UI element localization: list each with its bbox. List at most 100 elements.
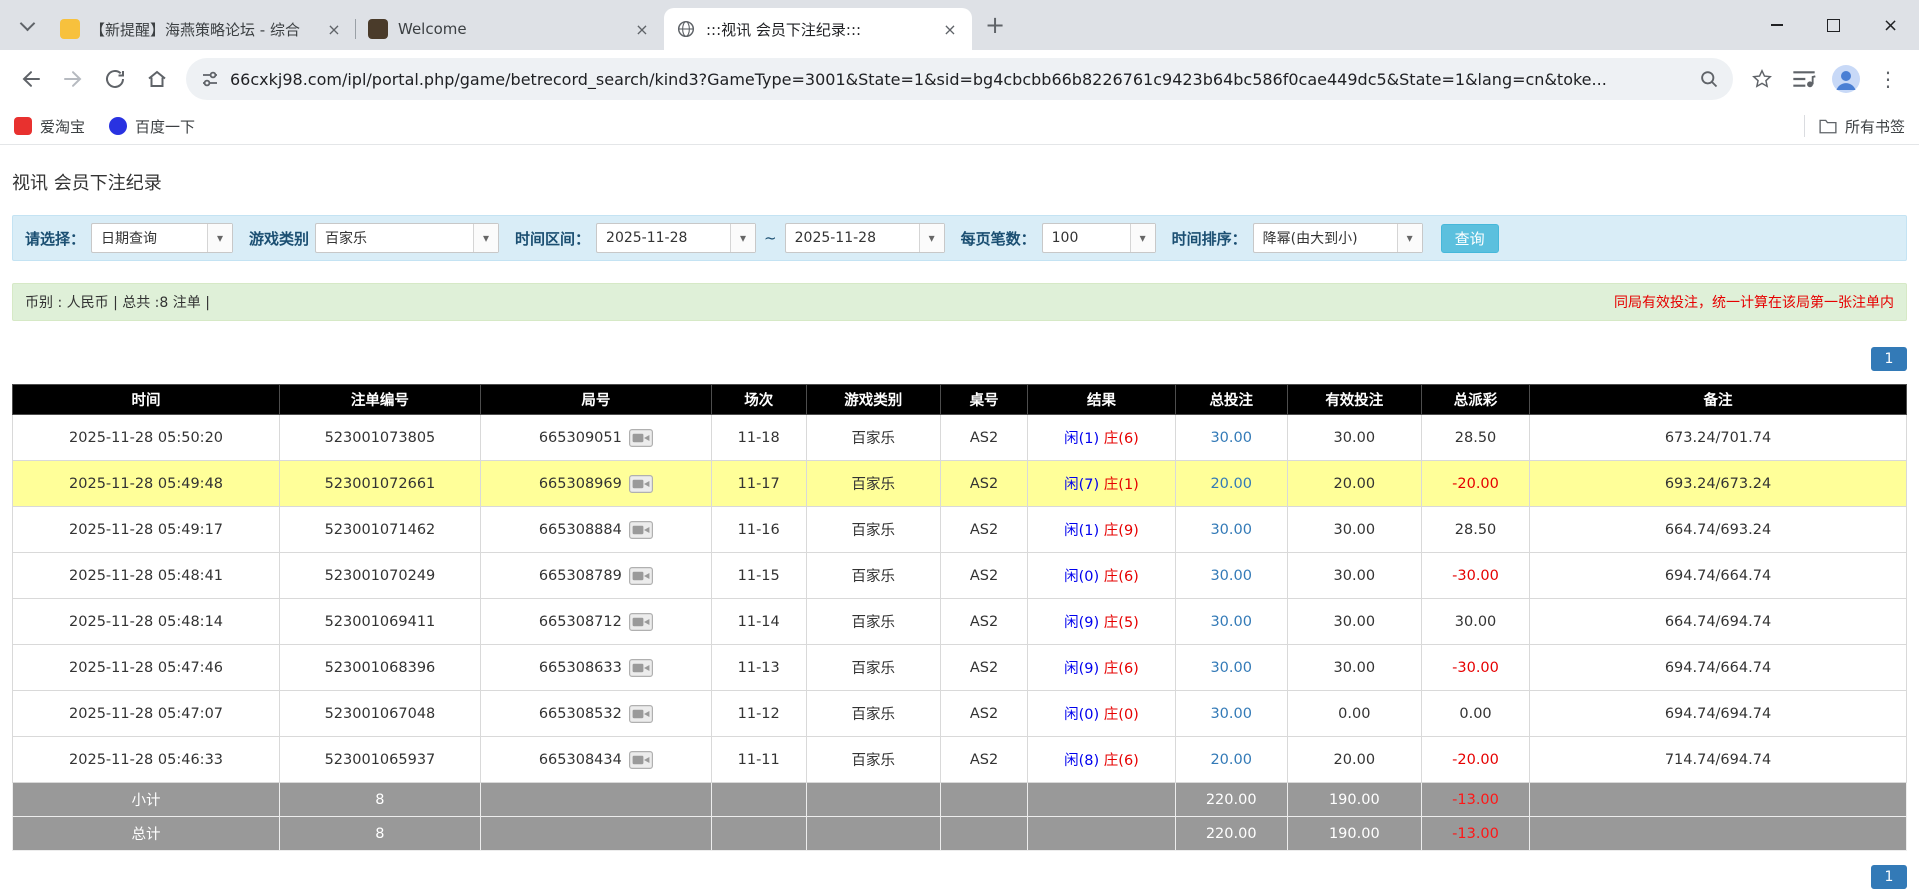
back-button[interactable] <box>10 58 52 100</box>
bet-id: 523001068396 <box>279 644 481 691</box>
session: 11-18 <box>710 414 807 461</box>
column-header: 备注 <box>1529 384 1907 415</box>
video-replay-button[interactable] <box>628 658 653 677</box>
media-controls-button[interactable] <box>1783 58 1825 100</box>
bookmark-baidu[interactable]: 百度一下 <box>109 116 195 137</box>
summary-total-bet: 220.00 <box>1174 782 1288 817</box>
tab-forum[interactable]: 【新提醒】海燕策略论坛 - 综合 × <box>48 8 356 50</box>
tab-bet-record[interactable]: :::视讯 会员下注纪录::: × <box>664 8 972 50</box>
tab-close-icon[interactable]: × <box>632 19 652 39</box>
valid-bet: 30.00 <box>1286 598 1423 645</box>
pagination-bottom: 1 <box>12 865 1907 889</box>
total-bet-link[interactable]: 30.00 <box>1210 568 1252 584</box>
close-window-button[interactable]: × <box>1862 0 1919 50</box>
table-header-row: 时间 注单编号 局号 场次 游戏类别 桌号 结果 总投注 有效投注 总派彩 备注 <box>11 384 1907 415</box>
refresh-button[interactable] <box>94 58 136 100</box>
minimize-button[interactable] <box>1748 0 1805 50</box>
video-replay-button[interactable] <box>628 704 653 723</box>
chevron-down-icon <box>19 15 35 31</box>
bet-time: 2025-11-28 05:46:33 <box>11 736 281 783</box>
game-category-label: 游戏类别 <box>249 229 310 248</box>
video-replay-button[interactable] <box>628 750 653 769</box>
zoom-icon[interactable] <box>1699 69 1719 89</box>
chevron-down-icon[interactable]: ▾ <box>918 224 944 252</box>
summary-label: 小计 <box>11 782 281 817</box>
session: 11-13 <box>710 644 807 691</box>
total-bet-link[interactable]: 20.00 <box>1210 752 1252 768</box>
total-bet-link[interactable]: 30.00 <box>1210 614 1252 630</box>
forward-button[interactable] <box>52 58 94 100</box>
total-bet: 30.00 <box>1174 414 1288 461</box>
url-bar[interactable]: 66cxkj98.com/ipl/portal.php/game/betreco… <box>186 58 1733 100</box>
round-id-text: 665308884 <box>538 521 622 538</box>
result: 闲(9) 庄(5) <box>1027 598 1176 645</box>
chevron-down-icon[interactable]: ▾ <box>473 224 499 252</box>
video-camera-icon <box>628 612 653 631</box>
summary-label: 总计 <box>11 816 281 851</box>
note: 694.74/694.74 <box>1529 690 1907 737</box>
total-bet-link[interactable]: 30.00 <box>1210 706 1252 722</box>
total-bet-link[interactable]: 20.00 <box>1210 476 1252 492</box>
bet-time: 2025-11-28 05:49:48 <box>11 460 281 507</box>
table-row: 2025-11-28 05:47:46 523001068396 665308633… <box>11 644 1907 691</box>
banker-result: 庄(6) <box>1103 661 1139 677</box>
chevron-down-icon[interactable]: ▾ <box>1396 224 1422 252</box>
game-category-select[interactable]: 百家乐 ▾ <box>315 223 500 253</box>
video-camera-icon <box>628 750 653 769</box>
video-replay-button[interactable] <box>628 474 653 493</box>
bookmark-label: 百度一下 <box>135 117 196 136</box>
banker-result: 庄(5) <box>1103 615 1139 631</box>
sort-select[interactable]: 降幂(由大到小) ▾ <box>1252 223 1423 253</box>
all-bookmarks-button[interactable]: 所有书签 <box>1819 116 1905 137</box>
tab-welcome[interactable]: Welcome × <box>356 8 664 50</box>
taobao-icon <box>14 117 32 135</box>
date-to-select[interactable]: 2025-11-28 ▾ <box>784 223 945 253</box>
page-1-button[interactable]: 1 <box>1871 347 1907 371</box>
video-replay-button[interactable] <box>628 566 653 585</box>
globe-favicon-icon <box>676 19 696 39</box>
maximize-icon <box>1827 18 1840 32</box>
tab-close-icon[interactable]: × <box>940 19 960 39</box>
new-tab-button[interactable]: + <box>978 8 1012 42</box>
tab-search-button[interactable] <box>10 8 44 42</box>
total-bet-link[interactable]: 30.00 <box>1210 522 1252 538</box>
maximize-button[interactable] <box>1805 0 1862 50</box>
site-settings-icon <box>203 71 217 87</box>
table-row: 2025-11-28 05:46:33 523001065937 665308434… <box>11 736 1907 783</box>
player-result: 闲(7) <box>1064 477 1100 493</box>
profile-button[interactable] <box>1825 58 1867 100</box>
browser-menu-button[interactable]: ⋮ <box>1867 58 1909 100</box>
bet-id: 523001071462 <box>279 506 481 553</box>
payout: -30.00 <box>1421 644 1530 691</box>
column-header: 游戏类别 <box>805 384 942 415</box>
game-type: 百家乐 <box>805 552 942 599</box>
total-bet-link[interactable]: 30.00 <box>1210 430 1252 446</box>
column-header: 时间 <box>11 384 281 415</box>
video-replay-button[interactable] <box>628 612 653 631</box>
video-replay-button[interactable] <box>628 520 653 539</box>
chevron-down-icon[interactable]: ▾ <box>207 224 233 252</box>
total-bet-link[interactable]: 30.00 <box>1210 660 1252 676</box>
chevron-down-icon[interactable]: ▾ <box>730 224 756 252</box>
date-from-select[interactable]: 2025-11-28 ▾ <box>596 223 757 253</box>
column-header: 结果 <box>1027 384 1176 415</box>
tab-close-icon[interactable]: × <box>324 19 344 39</box>
valid-bet: 30.00 <box>1286 552 1423 599</box>
bet-time: 2025-11-28 05:48:14 <box>11 598 281 645</box>
total-bet: 20.00 <box>1174 736 1288 783</box>
per-page-select[interactable]: 100 ▾ <box>1041 223 1156 253</box>
search-button[interactable]: 查询 <box>1440 223 1499 253</box>
column-header: 局号 <box>479 384 712 415</box>
bet-time: 2025-11-28 05:47:07 <box>11 690 281 737</box>
bookmark-taobao[interactable]: 爱淘宝 <box>14 116 85 137</box>
banker-result: 庄(6) <box>1103 431 1139 447</box>
chevron-down-icon[interactable]: ▾ <box>1129 224 1155 252</box>
banker-result: 庄(6) <box>1103 569 1139 585</box>
page-1-button[interactable]: 1 <box>1871 865 1907 889</box>
query-type-select[interactable]: 日期查询 ▾ <box>91 223 234 253</box>
round-id: 665308532 <box>479 690 712 737</box>
home-icon <box>148 70 166 87</box>
home-button[interactable] <box>136 58 178 100</box>
video-replay-button[interactable] <box>628 428 653 447</box>
bookmark-star-button[interactable] <box>1741 58 1783 100</box>
